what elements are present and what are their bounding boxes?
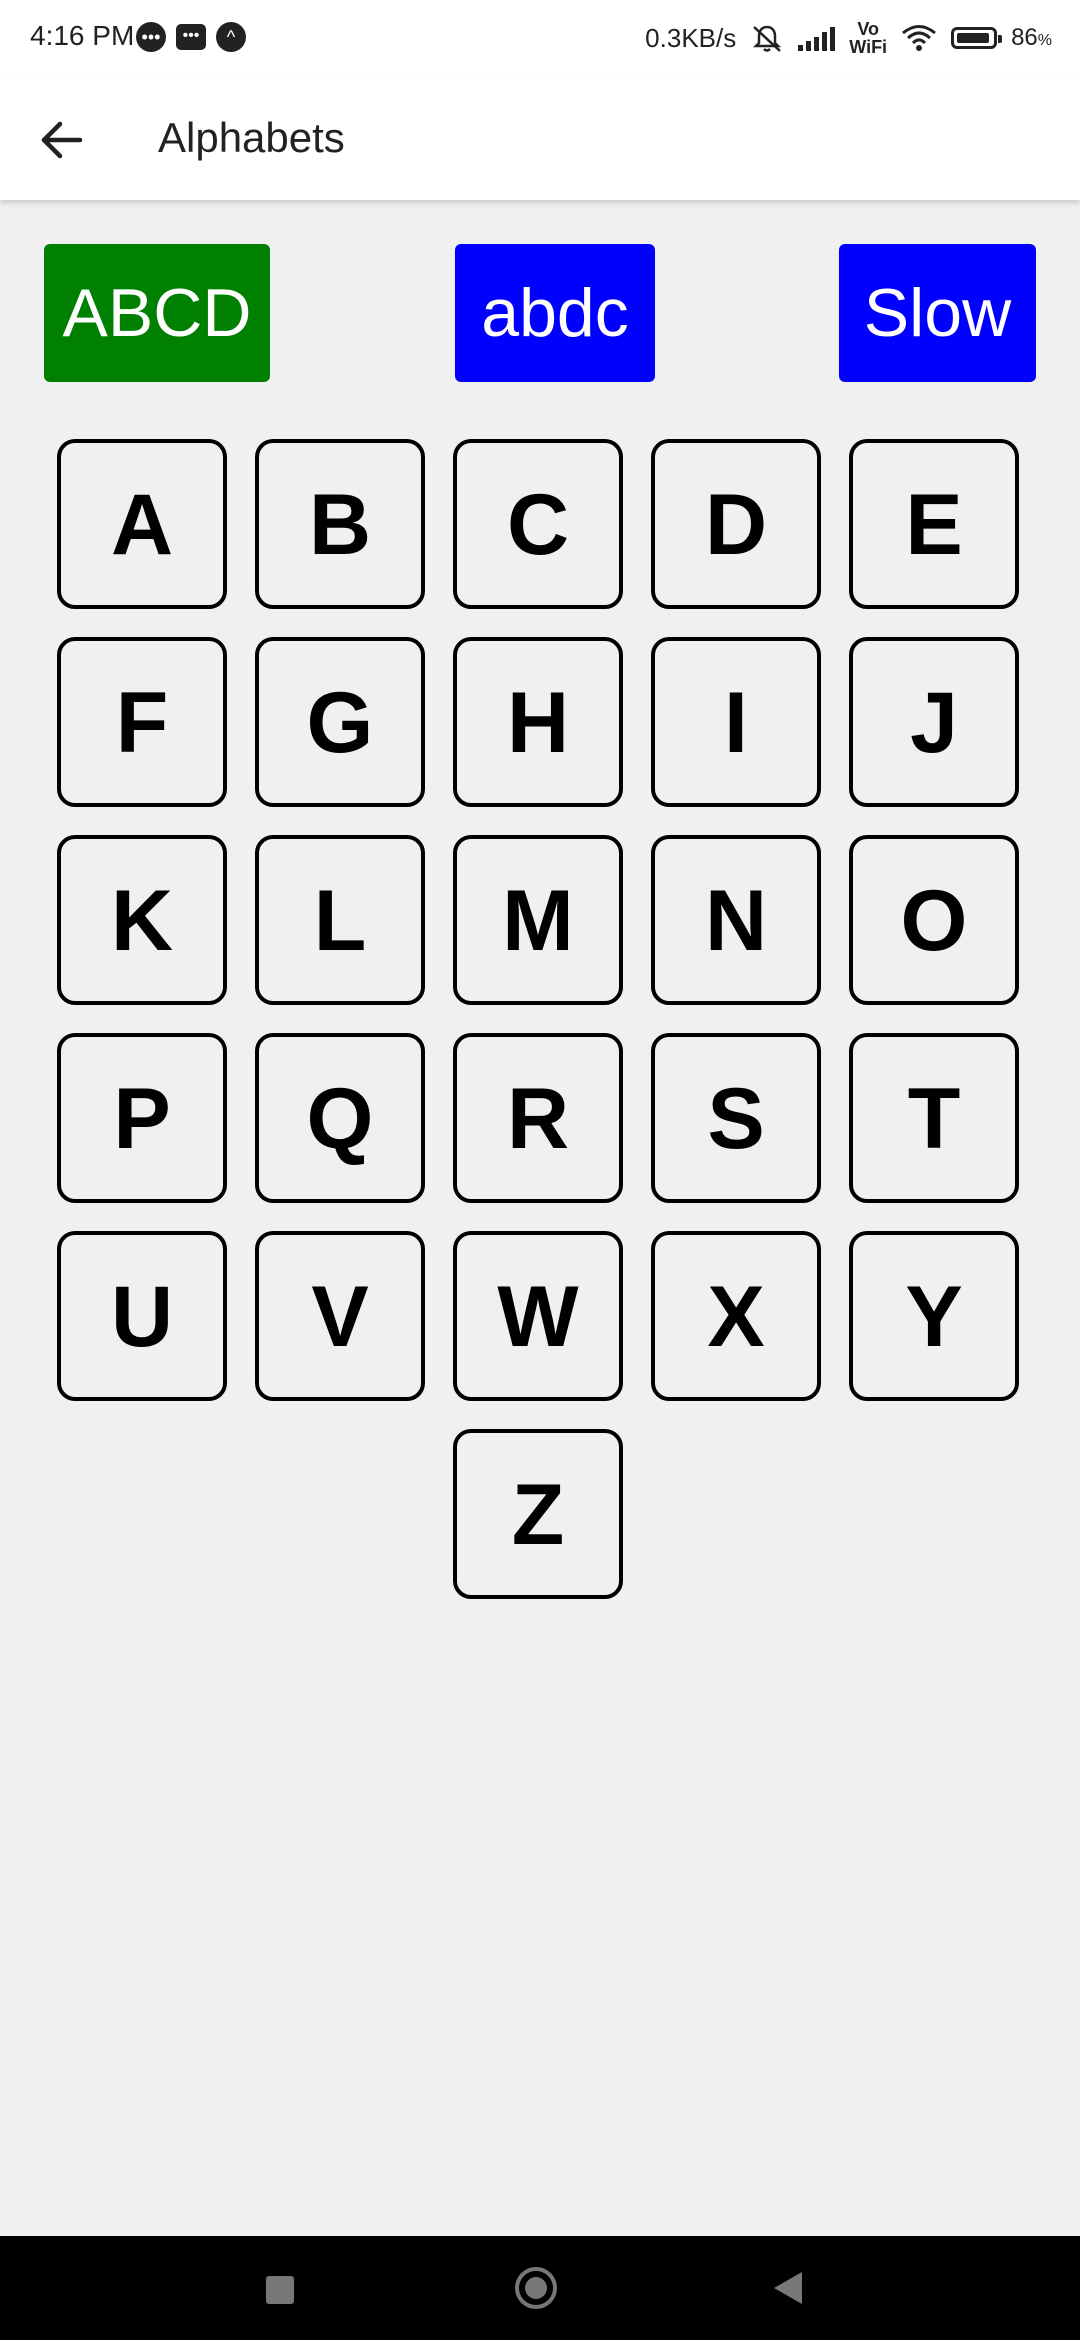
app-notification-icon: ^ <box>216 22 246 52</box>
recent-apps-icon[interactable] <box>266 2276 294 2304</box>
vowifi-label: Vo WiFi <box>849 19 888 57</box>
back-button[interactable] <box>20 98 104 182</box>
mute-icon <box>753 25 782 52</box>
status-bar: 4:16 PM ••• ••• ^ 0.3KB/s Vo WiFi 86% <box>0 0 1080 78</box>
page-title: Alphabets <box>158 114 345 161</box>
letter-tile-f[interactable]: F <box>57 637 227 807</box>
letter-tile-a[interactable]: A <box>57 439 227 609</box>
letter-tile-v[interactable]: V <box>255 1231 425 1401</box>
notification-icons: ••• ••• ^ <box>136 22 246 52</box>
letter-tile-s[interactable]: S <box>651 1033 821 1203</box>
letter-tile-t[interactable]: T <box>849 1033 1019 1203</box>
letter-tile-x[interactable]: X <box>651 1231 821 1401</box>
letter-tile-r[interactable]: R <box>453 1033 623 1203</box>
signal-icon <box>798 25 836 51</box>
abdc-button[interactable]: abdc <box>455 244 655 382</box>
slow-button[interactable]: Slow <box>839 244 1036 382</box>
wifi-icon <box>902 25 937 51</box>
letter-tile-m[interactable]: M <box>453 835 623 1005</box>
letter-tile-u[interactable]: U <box>57 1231 227 1401</box>
app-bar: Alphabets <box>0 78 1080 200</box>
home-icon[interactable] <box>515 2267 557 2309</box>
letter-tile-b[interactable]: B <box>255 439 425 609</box>
letter-tile-d[interactable]: D <box>651 439 821 609</box>
chat-bubble-icon: ••• <box>136 22 166 52</box>
letter-tile-z[interactable]: Z <box>453 1429 623 1599</box>
letter-tile-g[interactable]: G <box>255 637 425 807</box>
letter-tile-q[interactable]: Q <box>255 1033 425 1203</box>
letter-tile-l[interactable]: L <box>255 835 425 1005</box>
letter-tile-y[interactable]: Y <box>849 1231 1019 1401</box>
letter-tile-w[interactable]: W <box>453 1231 623 1401</box>
arrow-left-icon <box>41 121 83 159</box>
letter-tile-e[interactable]: E <box>849 439 1019 609</box>
letter-tile-c[interactable]: C <box>453 439 623 609</box>
letter-tile-k[interactable]: K <box>57 835 227 1005</box>
letter-tile-h[interactable]: H <box>453 637 623 807</box>
letter-tile-i[interactable]: I <box>651 637 821 807</box>
message-icon: ••• <box>176 24 206 50</box>
status-time: 4:16 PM <box>30 20 135 51</box>
letter-tile-o[interactable]: O <box>849 835 1019 1005</box>
letter-tile-n[interactable]: N <box>651 835 821 1005</box>
letter-tile-j[interactable]: J <box>849 637 1019 807</box>
status-right: 0.3KB/s Vo WiFi 86% <box>645 20 1052 56</box>
back-triangle-icon[interactable] <box>774 2272 802 2304</box>
abcd-button[interactable]: ABCD <box>44 244 270 382</box>
letter-tile-p[interactable]: P <box>57 1033 227 1203</box>
battery-icon <box>951 27 1003 49</box>
navigation-bar <box>0 2236 1080 2340</box>
battery-percent: 86% <box>1011 24 1052 51</box>
network-speed: 0.3KB/s <box>645 22 737 53</box>
